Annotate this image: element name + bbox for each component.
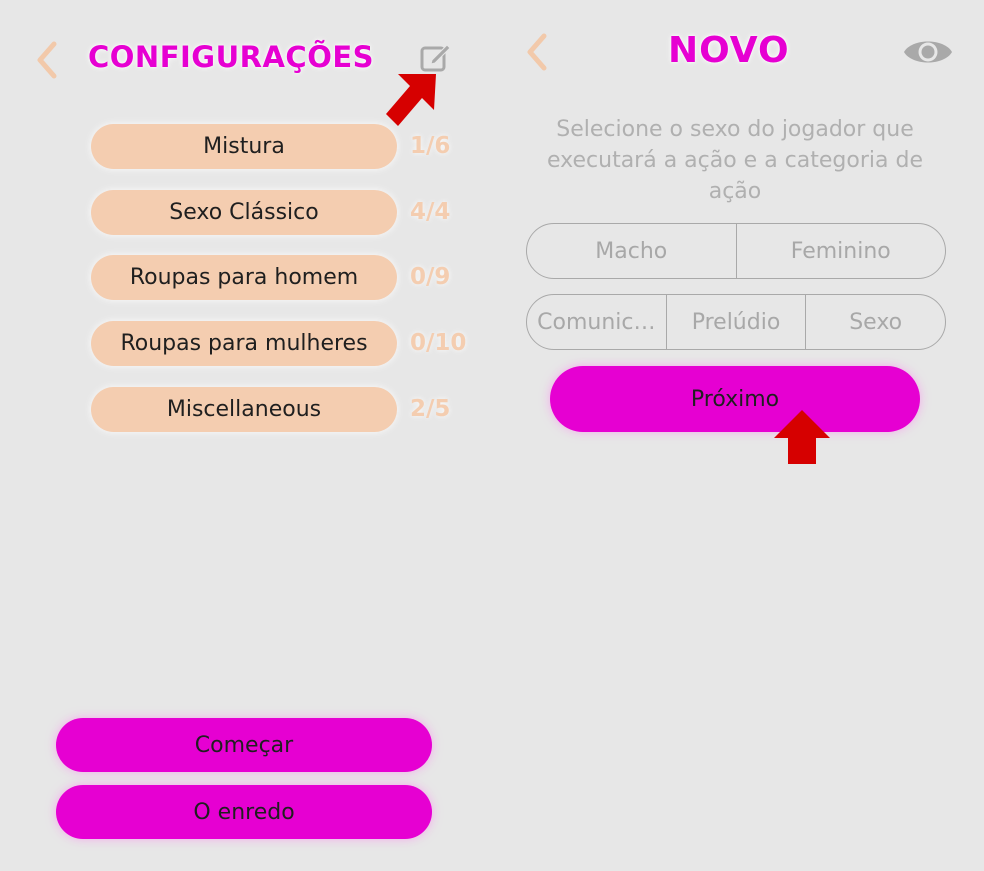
instructions-text: Selecione o sexo do jogador que executar…: [547, 117, 923, 204]
category-label: Roupas para homem: [129, 265, 359, 290]
category-item[interactable]: Roupas para homem: [91, 255, 397, 300]
category-item[interactable]: Sexo Clássico: [91, 190, 397, 235]
gender-selector: Macho Feminino: [526, 223, 946, 279]
category-label: Mistura: [203, 134, 285, 159]
story-button[interactable]: O enredo: [56, 785, 432, 839]
next-button[interactable]: Próximo: [550, 366, 920, 432]
gender-option-female[interactable]: Feminino: [737, 224, 946, 278]
red-arrow-icon: [386, 74, 436, 126]
eye-icon[interactable]: [902, 34, 954, 70]
gender-option-male[interactable]: Macho: [527, 224, 737, 278]
category-selector: Comunic… Prelúdio Sexo: [526, 294, 946, 350]
category-item[interactable]: Mistura: [91, 124, 397, 169]
category-count: 2/5: [410, 396, 451, 422]
category-count: 0/10: [410, 330, 467, 356]
category-option-prelude[interactable]: Prelúdio: [667, 295, 807, 349]
category-item[interactable]: Miscellaneous: [91, 387, 397, 432]
category-label: Miscellaneous: [166, 397, 322, 422]
category-option-sex[interactable]: Sexo: [806, 295, 945, 349]
category-option-communication[interactable]: Comunic…: [527, 295, 667, 349]
category-label: Roupas para mulheres: [120, 331, 368, 356]
edit-icon[interactable]: [420, 42, 452, 72]
category-count: 4/4: [410, 199, 451, 225]
page-title: CONFIGURAÇÕES: [88, 40, 375, 74]
category-item[interactable]: Roupas para mulheres: [91, 321, 397, 366]
start-button[interactable]: Começar: [56, 718, 432, 772]
page-title: NOVO: [668, 30, 790, 71]
chevron-left-icon[interactable]: [520, 30, 560, 74]
chevron-left-icon[interactable]: [30, 38, 70, 82]
red-arrow-icon: [774, 410, 830, 464]
category-label: Sexo Clássico: [169, 200, 319, 225]
category-count: 1/6: [410, 133, 451, 159]
category-count: 0/9: [410, 264, 451, 290]
